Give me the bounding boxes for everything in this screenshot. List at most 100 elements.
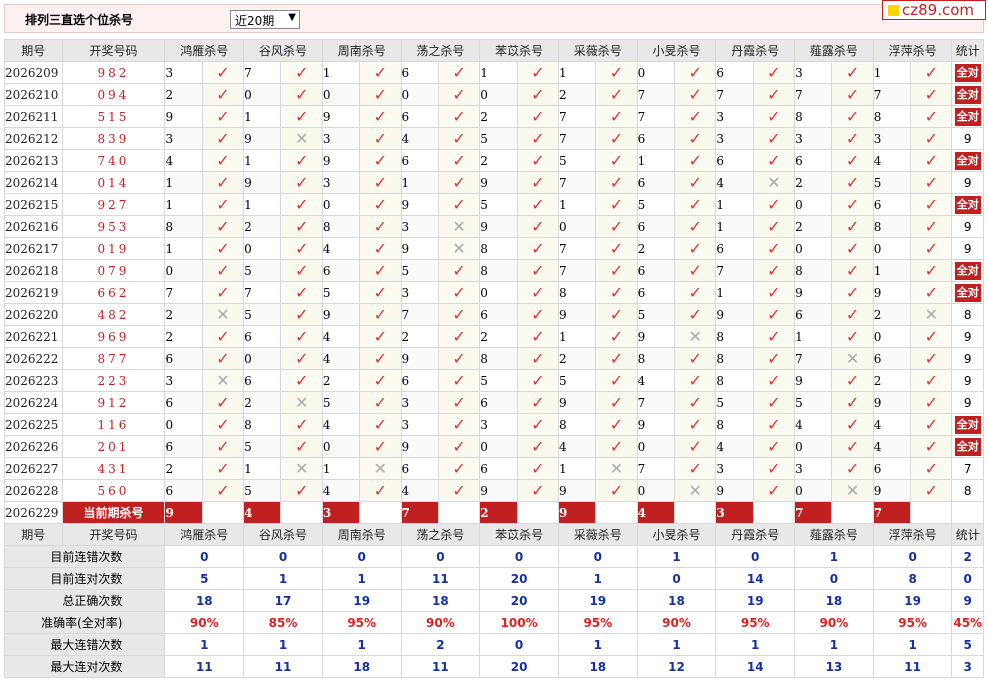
check-icon: ✓ [924,195,938,214]
check-icon: ✓ [216,195,230,214]
check-icon: ✓ [924,349,938,368]
kill-number-cell: 6 [243,369,282,392]
result-cell: ✓ [359,369,402,392]
result-cell: ✓ [595,61,638,84]
kill-number-cell: 9 [400,193,439,216]
col-header-expert[interactable]: 荡之杀号 [400,523,481,546]
summary-value: 20 [479,655,559,678]
draw-number-cell: 560 [61,479,166,502]
kill-number-cell: 8 [636,347,675,370]
period-cell: 2026228 [4,479,63,502]
summary-value: 0 [400,545,481,568]
period-range-select[interactable]: 近20期 ▼ [230,10,300,29]
check-icon: ✓ [688,63,702,82]
kill-number-cell: 4 [321,347,361,370]
result-cell: ✓ [437,193,481,216]
col-header-expert[interactable]: 谷风杀号 [243,39,323,62]
kill-number-cell: 2 [872,369,912,392]
kill-number-cell: 9 [557,391,597,414]
result-cell: ✓ [673,61,717,84]
check-icon: ✓ [531,459,545,478]
check-icon: ✓ [216,283,230,302]
result-cell: ✕ [359,457,402,480]
kill-number-cell: 0 [321,435,361,458]
col-header-expert[interactable]: 鸿雁杀号 [164,39,245,62]
check-icon: ✓ [688,415,702,434]
col-header-expert[interactable]: 薤露杀号 [794,39,874,62]
summary-value: 9 [951,589,984,612]
check-icon: ✓ [294,327,309,346]
check-icon: ✓ [845,63,860,82]
summary-value: 1 [794,545,874,568]
col-header-expert[interactable]: 苯苡杀号 [479,523,559,546]
result-cell: ✓ [201,83,245,106]
draw-number-cell: 982 [61,61,166,84]
col-header-expert[interactable]: 丹霞杀号 [715,39,796,62]
summary-value: 0 [321,545,402,568]
period-cell: 2026216 [4,215,63,238]
col-header-expert[interactable]: 鸿雁杀号 [164,523,245,546]
check-icon: ✓ [845,129,860,148]
col-header-expert[interactable]: 薤露杀号 [794,523,874,546]
check-icon: ✓ [216,261,230,280]
table-row: 2026218 079 0 ✓ 5 ✓ 6 ✓ 5 ✓ 8 ✓ 7 ✓ 6 ✓ 7 ✓ 8 ✓ 1 ✓ 全对 [4,259,984,282]
col-header-expert[interactable]: 周南杀号 [321,523,402,546]
kill-number-cell: 0 [794,193,833,216]
current-empty-cell [280,501,323,524]
col-header-expert[interactable]: 周南杀号 [321,39,402,62]
kill-number-cell: 8 [557,281,597,304]
period-cell: 2026226 [4,435,63,458]
result-cell: ✓ [516,61,559,84]
kill-number-cell: 5 [321,281,361,304]
kill-number-cell: 9 [715,479,754,502]
col-header-expert[interactable]: 浮萍杀号 [872,523,953,546]
check-icon: ✓ [845,415,860,434]
result-cell: ✓ [673,171,717,194]
site-logo[interactable]: cz89.com [882,0,986,20]
check-icon: ✓ [845,393,860,412]
kill-number-cell: 9 [400,237,439,260]
result-cell: ✓ [359,61,402,84]
current-empty-cell [752,501,796,524]
check-icon: ✓ [294,217,309,236]
current-kill-number: 4 [243,501,282,524]
result-cell: ✓ [752,215,796,238]
check-icon: ✓ [452,283,466,302]
check-icon: ✓ [688,85,702,104]
result-cell: ✓ [201,171,245,194]
result-cell: ✕ [437,237,481,260]
result-cell: ✓ [359,325,402,348]
result-cell: ✓ [910,413,953,436]
result-cell: ✓ [752,259,796,282]
check-icon: ✓ [452,107,466,126]
kill-number-cell: 2 [321,369,361,392]
check-icon: ✓ [531,327,545,346]
check-icon: ✓ [373,283,388,302]
check-icon: ✓ [688,349,702,368]
col-header-expert[interactable]: 小旻杀号 [636,523,717,546]
kill-number-cell: 9 [715,303,754,326]
col-header-expert[interactable]: 采薇杀号 [557,39,638,62]
kill-number-cell: 3 [400,413,439,436]
col-header-expert[interactable]: 丹霞杀号 [715,523,796,546]
result-cell: ✕ [437,215,481,238]
col-header-expert[interactable]: 谷风杀号 [243,523,323,546]
check-icon: ✓ [294,151,309,170]
kill-number-cell: 2 [164,457,203,480]
col-header-expert[interactable]: 小旻杀号 [636,39,717,62]
kill-number-cell: 0 [321,83,361,106]
check-icon: ✓ [924,107,938,126]
result-cell: ✓ [437,303,481,326]
check-icon: ✓ [216,459,230,478]
cross-icon: ✕ [294,129,309,148]
kill-number-cell: 4 [872,435,912,458]
check-icon: ✓ [294,239,309,258]
col-header-expert[interactable]: 浮萍杀号 [872,39,953,62]
col-header-expert[interactable]: 荡之杀号 [400,39,481,62]
col-header-expert[interactable]: 苯苡杀号 [479,39,559,62]
current-period-cell: 2026229 [4,501,63,524]
check-icon: ✓ [924,239,938,258]
summary-value: 8 [872,567,953,590]
result-cell: ✓ [673,193,717,216]
col-header-expert[interactable]: 采薇杀号 [557,523,638,546]
